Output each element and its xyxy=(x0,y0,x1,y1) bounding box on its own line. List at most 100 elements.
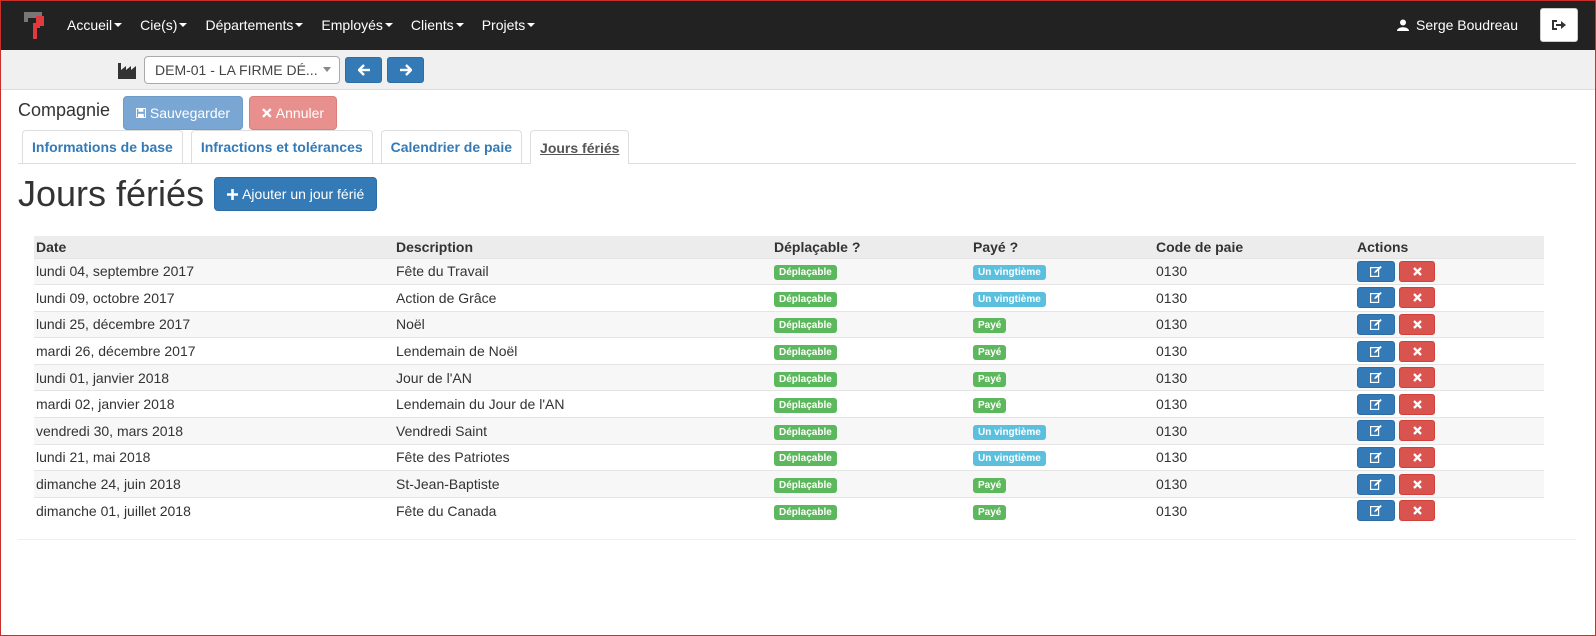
cell-movable: Déplaçable xyxy=(772,390,971,418)
cell-movable: Déplaçable xyxy=(772,257,971,285)
cell-description: Fête du Travail xyxy=(394,257,772,285)
tab-infractions-et-tolerances[interactable]: Infractions et tolérances xyxy=(190,130,373,163)
table-row: dimanche 24, juin 2018 St-Jean-Baptiste Dé… xyxy=(34,470,1544,498)
cell-description: Vendredi Saint xyxy=(394,417,772,445)
cell-pay-code: 0130 xyxy=(1154,443,1355,471)
edit-button[interactable] xyxy=(1357,393,1395,415)
edit-icon xyxy=(1370,451,1382,463)
table-header-row: Date Description Déplaçable ? Payé ? Cod… xyxy=(34,236,1544,258)
delete-button[interactable] xyxy=(1399,393,1435,415)
top-navbar: Accueil Cie(s) Départements Employés Cli… xyxy=(0,0,1596,50)
edit-icon xyxy=(1370,372,1382,384)
tab-calendrier-de-paie[interactable]: Calendrier de paie xyxy=(380,130,523,163)
table-row: lundi 25, décembre 2017 Noël Déplaçable Pay… xyxy=(34,310,1544,338)
menu-label: Cie(s) xyxy=(140,17,178,33)
menu-label: Accueil xyxy=(67,17,113,33)
column-header-pay-code[interactable]: Code de paie xyxy=(1154,236,1355,258)
tab-informations-de-base[interactable]: Informations de base xyxy=(22,130,183,163)
close-icon xyxy=(1412,346,1422,356)
menu-clients[interactable]: Clients xyxy=(402,17,473,33)
table-row: lundi 04, septembre 2017 Fête du Travail D… xyxy=(34,257,1544,285)
paid-badge: Payé xyxy=(973,398,1007,414)
table-row: dimanche 01, juillet 2018 Fête du Canada D… xyxy=(34,496,1544,524)
edit-button[interactable] xyxy=(1357,367,1395,389)
menu-projets[interactable]: Projets xyxy=(473,17,545,33)
cell-paid: Payé xyxy=(971,310,1154,338)
cell-description: St-Jean-Baptiste xyxy=(394,470,772,498)
paid-badge: Payé xyxy=(973,478,1007,494)
edit-button[interactable] xyxy=(1357,473,1395,495)
delete-button[interactable] xyxy=(1399,260,1435,282)
cell-actions xyxy=(1355,363,1544,391)
cell-actions xyxy=(1355,310,1544,338)
cell-paid: Payé xyxy=(971,390,1154,418)
cell-pay-code: 0130 xyxy=(1154,496,1355,524)
menu-cies[interactable]: Cie(s) xyxy=(131,17,196,33)
cell-date: lundi 09, octobre 2017 xyxy=(34,284,394,312)
arrow-left-icon xyxy=(357,63,370,76)
company-label: Compagnie xyxy=(18,99,111,120)
close-icon xyxy=(1412,426,1422,436)
logout-button[interactable] xyxy=(1540,8,1578,42)
cell-date: vendredi 30, mars 2018 xyxy=(34,417,394,445)
delete-button[interactable] xyxy=(1399,367,1435,389)
cell-date: mardi 26, décembre 2017 xyxy=(34,337,394,365)
close-icon xyxy=(262,108,272,118)
edit-icon xyxy=(1370,425,1382,437)
edit-button[interactable] xyxy=(1357,446,1395,468)
menu-accueil[interactable]: Accueil xyxy=(58,17,131,33)
next-company-button[interactable] xyxy=(387,56,424,83)
cell-actions xyxy=(1355,257,1544,285)
cell-description: Fête des Patriotes xyxy=(394,443,772,471)
company-select[interactable]: DEM-01 - LA FIRME DÉ... xyxy=(144,55,340,84)
paid-badge: Payé xyxy=(973,345,1007,361)
cell-pay-code: 0130 xyxy=(1154,470,1355,498)
delete-button[interactable] xyxy=(1399,500,1435,522)
table-row: lundi 09, octobre 2017 Action de Grâce Dép… xyxy=(34,284,1544,312)
delete-button[interactable] xyxy=(1399,340,1435,362)
cell-description: Noël xyxy=(394,310,772,338)
paid-badge: Payé xyxy=(973,504,1007,520)
edit-button[interactable] xyxy=(1357,287,1395,309)
column-header-description[interactable]: Description xyxy=(394,236,772,258)
edit-button[interactable] xyxy=(1357,420,1395,442)
delete-button[interactable] xyxy=(1399,287,1435,309)
tab-jours-feries[interactable]: Jours fériés xyxy=(530,130,630,164)
save-button[interactable]: Sauvegarder xyxy=(123,96,244,130)
edit-button[interactable] xyxy=(1357,313,1395,335)
cell-movable: Déplaçable xyxy=(772,496,971,524)
cell-actions xyxy=(1355,496,1544,524)
delete-button[interactable] xyxy=(1399,473,1435,495)
cancel-button[interactable]: Annuler xyxy=(249,96,338,130)
cell-date: mardi 02, janvier 2018 xyxy=(34,390,394,418)
movable-badge: Déplaçable xyxy=(774,424,837,440)
delete-button[interactable] xyxy=(1399,420,1435,442)
divider xyxy=(18,538,1576,540)
cell-actions xyxy=(1355,390,1544,418)
edit-button[interactable] xyxy=(1357,500,1395,522)
caret-down-icon xyxy=(295,23,304,27)
edit-icon xyxy=(1370,318,1382,330)
app-logo-icon[interactable] xyxy=(22,9,46,41)
menu-employes[interactable]: Employés xyxy=(312,17,401,33)
add-holiday-button[interactable]: Ajouter un jour férié xyxy=(214,177,378,211)
nav-right: Serge Boudreau xyxy=(1397,8,1586,42)
delete-button[interactable] xyxy=(1399,446,1435,468)
cell-date: lundi 25, décembre 2017 xyxy=(34,310,394,338)
close-icon xyxy=(1412,399,1422,409)
column-header-paid[interactable]: Payé ? xyxy=(971,236,1154,258)
column-header-movable[interactable]: Déplaçable ? xyxy=(772,236,971,258)
previous-company-button[interactable] xyxy=(345,56,382,83)
menu-departements[interactable]: Départements xyxy=(196,17,312,33)
company-select-value: DEM-01 - LA FIRME DÉ... xyxy=(155,61,318,78)
cell-description: Fête du Canada xyxy=(394,496,772,524)
edit-button[interactable] xyxy=(1357,260,1395,282)
edit-icon xyxy=(1370,505,1382,517)
delete-button[interactable] xyxy=(1399,313,1435,335)
user-menu[interactable]: Serge Boudreau xyxy=(1397,17,1518,33)
main-menu: Accueil Cie(s) Départements Employés Cli… xyxy=(58,17,544,33)
cell-movable: Déplaçable xyxy=(772,310,971,338)
paid-badge: Payé xyxy=(973,371,1007,387)
column-header-date[interactable]: Date xyxy=(34,236,394,258)
edit-button[interactable] xyxy=(1357,340,1395,362)
